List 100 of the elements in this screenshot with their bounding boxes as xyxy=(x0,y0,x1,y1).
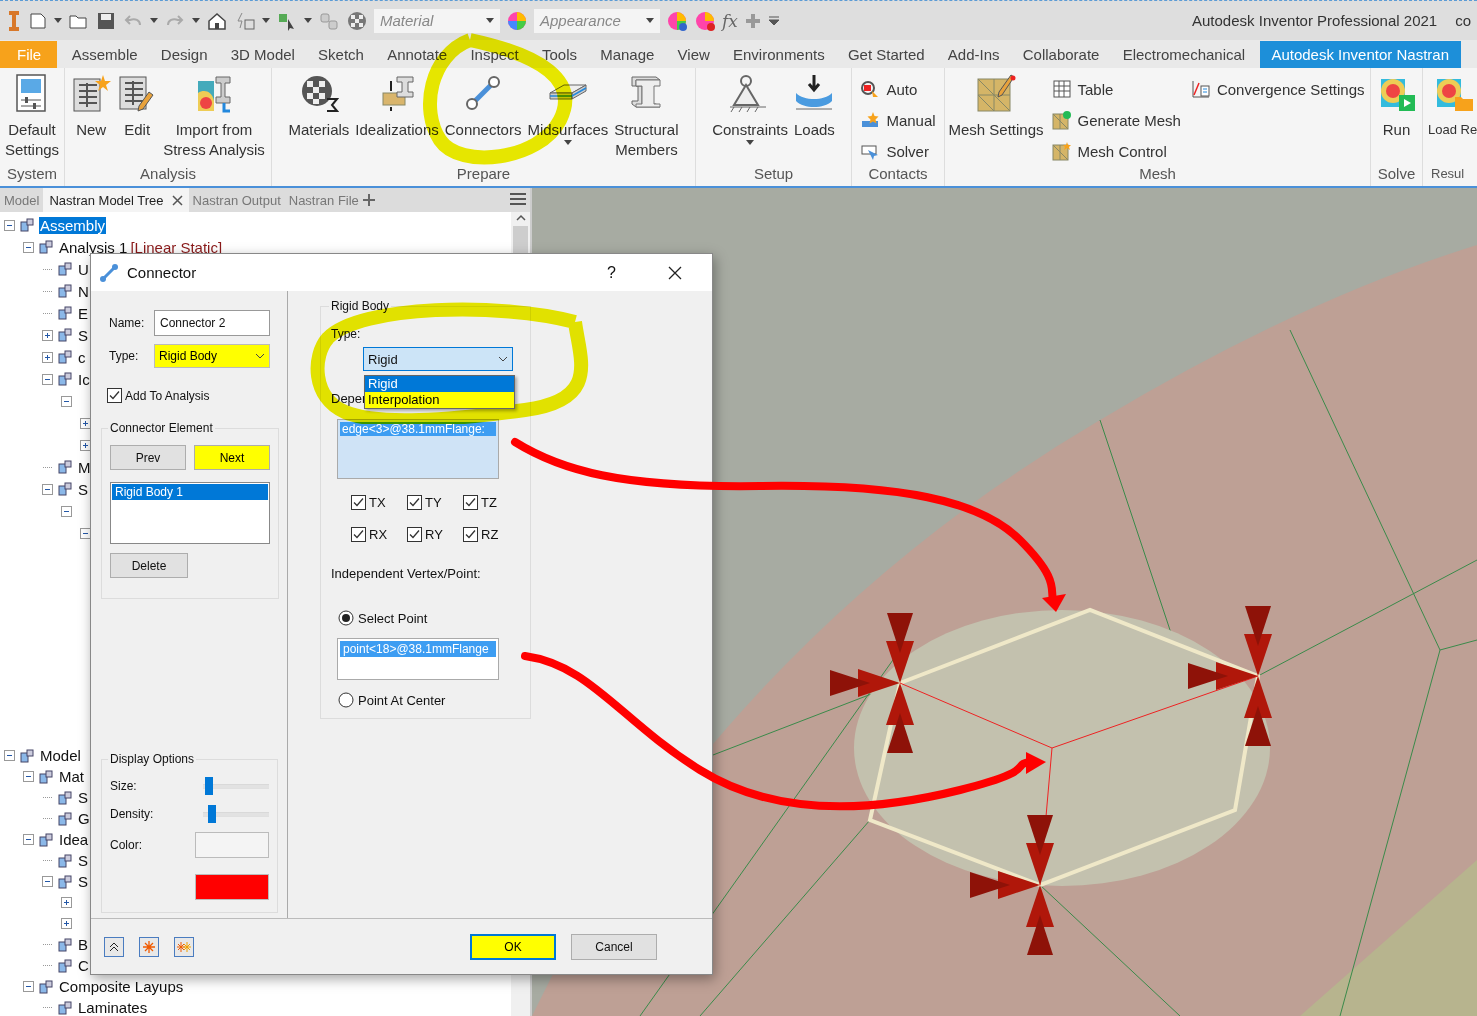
ribbon-tab[interactable]: Autodesk Inventor Nastran xyxy=(1259,41,1461,68)
collapse-icon[interactable] xyxy=(42,373,53,385)
dialog-button[interactable]: Prev xyxy=(110,445,186,470)
ribbon-button[interactable]: Loads xyxy=(792,73,837,164)
ribbon-tab[interactable]: Design xyxy=(149,41,220,68)
ribbon-button[interactable]: Materials xyxy=(286,73,352,164)
ribbon-tab[interactable]: Add-Ins xyxy=(936,41,1012,68)
tree-item[interactable]: Ic xyxy=(77,370,91,388)
dialog-button[interactable]: Next xyxy=(194,445,270,470)
checkbox[interactable] xyxy=(351,527,366,542)
collapse-icon[interactable] xyxy=(42,876,53,887)
expand-icon[interactable] xyxy=(80,417,91,429)
ok-button[interactable]: OK xyxy=(470,933,556,960)
tree-item[interactable]: S xyxy=(77,789,89,806)
ribbon-button[interactable]: Table xyxy=(1051,77,1181,101)
tree-item[interactable]: c xyxy=(77,348,87,366)
ribbon-button[interactable]: Run xyxy=(1374,73,1419,164)
tree-item[interactable]: C xyxy=(77,957,90,974)
radio-button[interactable] xyxy=(338,692,354,708)
color-wheel-icon[interactable] xyxy=(694,9,716,32)
tree-item[interactable]: Assembly xyxy=(39,216,107,234)
customize-caret-icon[interactable] xyxy=(767,15,780,26)
ribbon-tab[interactable]: Get Started xyxy=(836,41,937,68)
save-icon[interactable] xyxy=(96,10,116,31)
expand-icon[interactable] xyxy=(61,897,72,908)
tree-item[interactable]: N xyxy=(77,282,90,300)
ribbon-tab[interactable]: View xyxy=(666,41,722,68)
ribbon-button[interactable]: Constraints xyxy=(710,73,790,164)
checkbox[interactable] xyxy=(463,527,478,542)
tree-item[interactable]: G xyxy=(77,810,91,827)
ribbon-tab[interactable]: Manage xyxy=(588,41,666,68)
radio-button[interactable] xyxy=(338,610,354,626)
expand-icon[interactable] xyxy=(42,329,53,341)
ribbon-tab[interactable]: Environments xyxy=(721,41,837,68)
color-wheel-icon[interactable] xyxy=(666,9,688,32)
highlight-all-button[interactable] xyxy=(174,936,194,957)
caret-icon[interactable] xyxy=(304,18,312,23)
tree-item[interactable]: M xyxy=(77,458,92,476)
ribbon-button[interactable]: Mesh Settings xyxy=(946,73,1046,164)
ribbon-tab[interactable]: Electromechanical xyxy=(1111,41,1257,68)
ribbon-button[interactable]: Generate Mesh xyxy=(1051,108,1181,132)
collapse-icon[interactable] xyxy=(23,834,34,845)
type-dropdown[interactable]: Rigid Body xyxy=(154,344,270,368)
color-wheel-icon[interactable] xyxy=(506,9,528,32)
expand-icon[interactable] xyxy=(42,351,53,363)
ribbon-button[interactable]: Mesh Control xyxy=(1051,139,1181,163)
tree-item[interactable]: Laminates xyxy=(77,999,149,1016)
collapse-icon[interactable] xyxy=(42,483,53,495)
collapse-icon[interactable] xyxy=(4,750,15,761)
tree-item[interactable]: S xyxy=(77,873,89,890)
caret-icon[interactable] xyxy=(54,18,62,23)
close-icon[interactable] xyxy=(171,194,183,206)
tree-item[interactable]: Idea xyxy=(58,831,90,848)
checkbox[interactable] xyxy=(407,495,422,510)
tree-item[interactable]: S xyxy=(77,852,89,869)
tree-item[interactable]: S xyxy=(77,480,89,498)
ribbon-tab[interactable]: 3D Model xyxy=(219,41,307,68)
tree-item[interactable]: B xyxy=(77,936,89,953)
ribbon-tab[interactable]: Assemble xyxy=(60,41,150,68)
cancel-button[interactable]: Cancel xyxy=(571,933,657,960)
browser-tab[interactable]: Nastran Model Tree xyxy=(43,188,189,212)
ribbon-tab[interactable]: Collaborate xyxy=(1011,41,1112,68)
slider-thumb[interactable] xyxy=(204,777,213,795)
dropdown-arrow-icon[interactable] xyxy=(486,18,494,23)
ribbon-button[interactable]: New xyxy=(69,73,114,164)
formula-button[interactable]: fx xyxy=(722,10,738,31)
ribbon-button[interactable]: Convergence Settings xyxy=(1190,77,1365,101)
add-tab-plus-icon[interactable] xyxy=(362,194,375,206)
ribbon-button[interactable]: Structural Members xyxy=(612,73,681,164)
checkbox[interactable] xyxy=(107,388,122,403)
checkbox[interactable] xyxy=(351,495,366,510)
collapse-icon[interactable] xyxy=(4,219,15,231)
close-icon[interactable] xyxy=(668,265,682,280)
ribbon-button[interactable]: Auto xyxy=(860,77,936,101)
collapse-icon[interactable] xyxy=(23,241,34,253)
dropdown-caret-icon[interactable] xyxy=(563,140,572,145)
ribbon-button[interactable]: Connectors xyxy=(442,73,524,164)
collapse-icon[interactable] xyxy=(23,771,34,782)
slider-thumb[interactable] xyxy=(208,805,217,823)
ribbon-button[interactable]: Edit xyxy=(115,73,160,164)
caret-icon[interactable] xyxy=(150,18,158,23)
dropdown-option[interactable]: Rigid xyxy=(365,376,514,392)
expand-icon[interactable] xyxy=(80,439,91,451)
highlight-button[interactable] xyxy=(139,936,159,957)
new-file-icon[interactable] xyxy=(28,10,48,31)
dropdown-arrow-icon[interactable] xyxy=(646,18,654,23)
tree-item[interactable]: Analysis 1 xyxy=(58,238,129,256)
dropdown-caret-icon[interactable] xyxy=(746,140,755,145)
color-swatch[interactable] xyxy=(195,874,269,900)
collapse-icon[interactable] xyxy=(61,395,72,407)
checkbox[interactable] xyxy=(407,527,422,542)
rigid-type-dropdown[interactable]: Rigid xyxy=(363,347,513,371)
tree-item[interactable]: Model xyxy=(39,747,82,764)
checkbox[interactable] xyxy=(463,495,478,510)
tree-item[interactable]: Mat xyxy=(58,768,85,785)
caret-icon[interactable] xyxy=(262,18,270,23)
tree-item[interactable]: Composite Layups xyxy=(58,978,185,995)
ribbon-button[interactable]: Solver xyxy=(860,139,936,163)
ribbon-tab[interactable]: Sketch xyxy=(306,41,376,68)
help-button[interactable]: ? xyxy=(607,263,616,282)
